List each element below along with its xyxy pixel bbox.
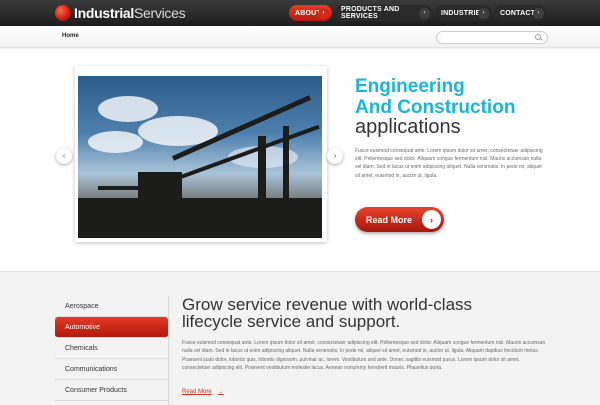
chevron-right-icon: › (478, 7, 489, 19)
carousel-next-button[interactable]: › (327, 148, 343, 164)
carousel-prev-button[interactable]: ‹ (56, 148, 72, 164)
nav-about[interactable]: ABOUT › (289, 5, 332, 21)
divider (168, 296, 169, 405)
hero-title-line3: applications (355, 116, 461, 138)
side-nav-item-communications[interactable]: Communications (55, 359, 168, 380)
read-more-label: Read More (366, 214, 413, 225)
industry-side-nav: Aerospace Automotive Chemicals Communica… (55, 296, 168, 401)
nav-about-label: ABOUT (295, 9, 321, 17)
hero-title-line1: Engineering (355, 76, 465, 97)
hero-body-text: Fusce euismod consequat ante. Lorem ipsu… (355, 148, 543, 179)
side-nav-item-aerospace[interactable]: Aerospace (55, 296, 168, 317)
chevron-left-icon: ‹ (62, 152, 66, 160)
side-nav-item-chemicals[interactable]: Chemicals (55, 338, 168, 359)
nav-products-label: PRODUCTS AND SERVICES (341, 6, 400, 20)
arrow-right-icon: → (217, 389, 224, 395)
side-nav-item-automotive[interactable]: Automotive (55, 317, 168, 338)
nav-contacts[interactable]: CONTACTS › (494, 5, 547, 21)
breadcrumb-bar: Home (0, 26, 600, 48)
side-nav-item-consumer-products[interactable]: Consumer Products (55, 380, 168, 401)
chevron-right-icon: › (333, 152, 337, 160)
logo-text-light: Services (134, 5, 186, 21)
section-read-more-link[interactable]: Read More → (182, 389, 224, 395)
nav-products-and-services[interactable]: PRODUCTS AND SERVICES › (335, 5, 433, 21)
arrow-right-icon: › (422, 210, 441, 229)
breadcrumb[interactable]: Home (62, 33, 79, 39)
section-read-more-label: Read More (182, 389, 212, 395)
logo-text-bold: Industrial (74, 5, 135, 21)
logo[interactable]: Industrial Services (55, 4, 186, 22)
section-body-text: Fusce euismod consequat ante. Lorem ipsu… (182, 340, 546, 371)
chevron-right-icon: › (318, 7, 329, 19)
industrial-photo (78, 76, 322, 238)
section-title-line2: lifecycle service and support. (182, 312, 401, 331)
nav-industries[interactable]: INDUSTRIES › (435, 5, 492, 21)
chevron-right-icon: › (533, 7, 544, 19)
search-icon[interactable] (535, 34, 541, 40)
chevron-right-icon: › (419, 7, 430, 19)
search-input[interactable] (436, 31, 548, 44)
globe-logo-icon (55, 5, 71, 21)
read-more-button[interactable]: Read More › (355, 207, 444, 232)
